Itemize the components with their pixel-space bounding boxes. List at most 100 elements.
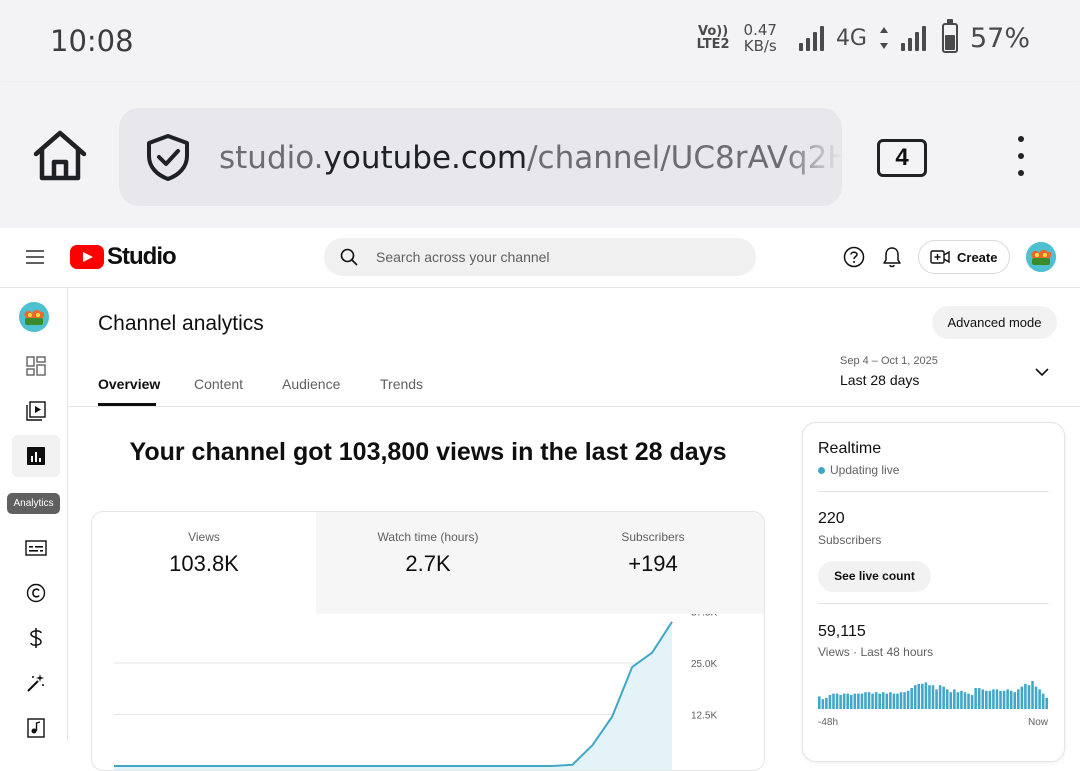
realtime-bar — [988, 690, 992, 709]
realtime-bar — [985, 690, 988, 709]
realtime-bar — [1041, 693, 1045, 709]
audio-library-icon — [27, 718, 45, 738]
channel-avatar[interactable] — [19, 302, 49, 332]
realtime-bar — [977, 688, 981, 709]
youtube-play-icon — [70, 245, 104, 269]
see-live-count-button[interactable]: See live count — [818, 561, 931, 592]
bell-icon[interactable] — [881, 245, 903, 269]
home-icon[interactable] — [30, 128, 90, 184]
realtime-bar — [860, 693, 864, 709]
advanced-mode-button[interactable]: Advanced mode — [932, 306, 1057, 339]
chevron-down-icon[interactable] — [1034, 366, 1050, 378]
realtime-bar — [864, 692, 867, 709]
live-dot-icon — [818, 466, 825, 474]
metric-views[interactable]: Views 103.8K — [92, 512, 316, 614]
realtime-bar — [828, 695, 832, 709]
dollar-icon — [30, 628, 42, 648]
create-button[interactable]: Create — [918, 240, 1010, 274]
search-input[interactable] — [376, 238, 736, 276]
account-avatar[interactable] — [1026, 242, 1056, 272]
realtime-bar — [899, 692, 903, 709]
realtime-bar — [1038, 689, 1041, 709]
realtime-bar — [931, 685, 935, 709]
realtime-bar — [906, 690, 910, 709]
data-transfer-icon — [879, 27, 888, 49]
views-headline: Your channel got 103,800 views in the la… — [129, 438, 727, 466]
url-text[interactable]: studio.youtube.com/channel/UC8rAVq2H2kQ — [219, 140, 842, 176]
realtime-bar — [881, 692, 885, 709]
tabs-divider — [68, 406, 1080, 407]
realtime-bar — [832, 693, 835, 709]
nav-analytics[interactable] — [12, 435, 60, 477]
status-time: 10:08 — [50, 24, 134, 58]
realtime-bar — [1002, 690, 1006, 709]
realtime-status: Updating live — [818, 463, 899, 477]
page-title: Channel analytics — [98, 312, 264, 335]
battery-icon — [941, 19, 958, 53]
date-range-picker[interactable]: Sep 4 – Oct 1, 2025 Last 28 days — [840, 355, 938, 388]
analytics-tooltip: Analytics — [7, 493, 60, 514]
realtime-bar — [1034, 686, 1038, 709]
tab-switcher-button[interactable]: 4 — [877, 139, 927, 177]
nav-copyright[interactable] — [12, 572, 60, 614]
realtime-bar — [857, 693, 860, 709]
realtime-title: Realtime — [818, 440, 882, 457]
realtime-bar — [871, 693, 874, 709]
realtime-bar — [999, 690, 1002, 709]
realtime-bar — [938, 685, 942, 709]
tab-content[interactable]: Content — [194, 376, 243, 392]
realtime-bar — [967, 693, 970, 709]
nav-subtitles[interactable] — [12, 527, 60, 569]
metrics-card: Views 103.8K Watch time (hours) 2.7K Sub… — [91, 511, 765, 771]
realtime-bar — [889, 692, 892, 709]
realtime-views-label: Views · Last 48 hours — [818, 645, 934, 659]
address-bar[interactable]: studio.youtube.com/channel/UC8rAVq2H2kQ — [119, 108, 842, 206]
studio-header: Studio Create — [0, 228, 1080, 288]
realtime-bar — [867, 692, 871, 709]
realtime-bar — [935, 689, 938, 709]
realtime-bar — [818, 696, 821, 709]
metric-subscribers[interactable]: Subscribers +194 — [540, 512, 764, 614]
search-icon — [340, 248, 358, 266]
realtime-bar — [1027, 685, 1031, 709]
menu-icon[interactable] — [26, 250, 44, 264]
realtime-bar — [1006, 689, 1009, 709]
copyright-icon — [26, 583, 46, 603]
realtime-bar — [1017, 689, 1020, 709]
tab-overview[interactable]: Overview — [98, 376, 160, 392]
nav-audio-library[interactable] — [12, 707, 60, 749]
chart-y-tick: 37.5K — [691, 614, 717, 619]
realtime-bar — [821, 699, 825, 709]
status-bar: 10:08 Vo)) LTE2 0.47 KB/s 4G 57% — [0, 0, 1080, 82]
nav-dashboard[interactable] — [12, 345, 60, 387]
shield-check-icon[interactable] — [143, 132, 193, 182]
nav-customization[interactable] — [12, 662, 60, 704]
help-icon[interactable] — [843, 246, 865, 268]
chart-y-tick: 25.0K — [691, 659, 717, 670]
youtube-studio-logo[interactable]: Studio — [70, 243, 177, 271]
realtime-bar — [1024, 683, 1027, 709]
signal-icon-2 — [900, 25, 926, 51]
realtime-bar — [853, 693, 857, 709]
search-bar[interactable] — [324, 238, 756, 276]
network-speed: 0.47 KB/s — [743, 21, 777, 55]
realtime-bar — [885, 693, 889, 709]
content-icon — [26, 401, 46, 421]
date-range-dates: Sep 4 – Oct 1, 2025 — [840, 355, 938, 367]
realtime-bar — [928, 685, 931, 709]
realtime-bar — [981, 689, 985, 709]
realtime-bar — [942, 686, 945, 709]
realtime-bar — [960, 690, 963, 709]
tab-audience[interactable]: Audience — [282, 376, 340, 392]
subtitles-icon — [25, 540, 47, 556]
nav-earn[interactable] — [12, 617, 60, 659]
browser-menu-icon[interactable] — [1012, 136, 1030, 180]
nav-content[interactable] — [12, 390, 60, 432]
realtime-subscribers-label: Subscribers — [818, 533, 882, 547]
metric-watch-time[interactable]: Watch time (hours) 2.7K — [316, 512, 540, 614]
realtime-bar — [1020, 686, 1024, 709]
realtime-bar — [953, 689, 956, 709]
realtime-bar — [835, 693, 839, 709]
realtime-bar — [896, 693, 899, 709]
tab-trends[interactable]: Trends — [380, 376, 423, 392]
